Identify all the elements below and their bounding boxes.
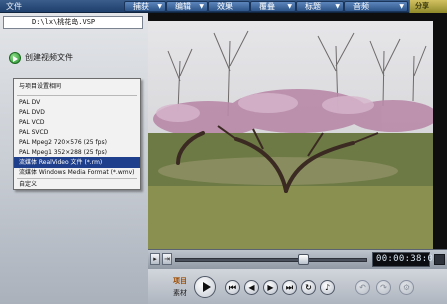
next-frame-button[interactable]: ▶ [263,280,278,295]
transport-controls: 项目 素材 ⏮ ◀ ▶ ⏭ ↻ ♪ ↶ ↷ ⚙ [148,269,447,304]
end-icon: ⏭ [285,283,294,292]
undo-icon: ↶ [359,283,366,292]
share-label: 分享 [415,2,429,10]
play-button[interactable] [194,276,216,298]
timeline-bar: ▸ ⇥ 00:00:38:03 [148,249,447,269]
chevron-down-icon: ▼ [399,3,404,10]
tab-audio[interactable]: 音频 ▼ [344,1,408,12]
create-video-icon [9,52,21,64]
mark-in-button[interactable]: ⇥ [162,253,172,265]
menu-item-same-as-project[interactable]: 与项目设置相同 [14,81,140,92]
create-video-label: 创建视频文件 [25,53,73,62]
repeat-button[interactable]: ↻ [301,280,316,295]
clip-mode-label[interactable]: 素材 [173,288,187,298]
tab-edit-label: 编辑 [175,2,191,11]
previous-frame-button[interactable]: ◀ [244,280,259,295]
scrub-track[interactable] [175,258,367,262]
video-preview [148,13,447,261]
undo-button[interactable]: ↶ [355,280,370,295]
tab-overlay-label: 覆叠 [259,2,275,11]
tab-share[interactable]: 分享 [409,0,447,13]
timecode-display[interactable]: 00:00:38:03 [372,252,439,267]
tab-edit[interactable]: 编辑 ▼ [166,1,208,12]
volume-button[interactable]: ♪ [320,280,335,295]
chevron-down-icon: ▼ [199,3,204,10]
menu-item-wmv[interactable]: 流媒体 Windows Media Format (*.wmv) [14,167,140,178]
play-icon [203,282,211,292]
volume-icon: ♪ [324,283,331,292]
redo-button[interactable]: ↷ [376,280,391,295]
video-format-menu: 与项目设置相同 PAL DV PAL DVD PAL VCD PAL SVCD … [13,78,141,190]
redo-icon: ↷ [380,283,387,292]
menu-item-custom[interactable]: 自定义 [14,179,140,190]
next-frame-icon: ▶ [267,283,274,292]
previous-frame-icon: ◀ [248,283,255,292]
menu-bar: 文件 捕获 ▼ 编辑 ▼ 效果 覆叠 ▼ 标题 ▼ 音频 ▼ 分享 [0,0,447,13]
file-menu[interactable]: 文件 [6,1,22,12]
tab-effect-label: 效果 [217,2,233,11]
project-mode-label[interactable]: 项目 [173,276,187,286]
tab-audio-label: 音频 [353,2,369,11]
settings-button[interactable]: ⚙ [399,280,414,295]
scrub-handle[interactable] [298,254,309,265]
end-button[interactable]: ⏭ [282,280,297,295]
home-button[interactable]: ⏮ [225,280,240,295]
menu-separator [17,95,137,96]
tab-capture-label: 捕获 [133,2,149,11]
preview-frame [148,21,433,261]
chevron-down-icon: ▼ [335,3,340,10]
repeat-icon: ↻ [305,283,312,292]
project-file-path: D:\lx\桃花岛.VSP [3,16,143,29]
gear-icon: ⚙ [402,283,411,292]
enlarge-preview-icon[interactable] [434,254,445,265]
tab-title-label: 标题 [305,2,321,11]
options-panel: D:\lx\桃花岛.VSP 创建视频文件 与项目设置相同 PAL DV PAL … [0,13,148,304]
trim-start-button[interactable]: ▸ [150,253,160,265]
chevron-down-icon: ▼ [287,3,292,10]
chevron-down-icon: ▼ [157,3,162,10]
tab-effect[interactable]: 效果 [208,1,250,12]
home-icon: ⏮ [228,283,237,292]
tab-overlay[interactable]: 覆叠 ▼ [250,1,296,12]
tab-title[interactable]: 标题 ▼ [296,1,344,12]
tab-capture[interactable]: 捕获 ▼ [124,1,166,12]
create-video-file-button[interactable]: 创建视频文件 [9,51,129,65]
